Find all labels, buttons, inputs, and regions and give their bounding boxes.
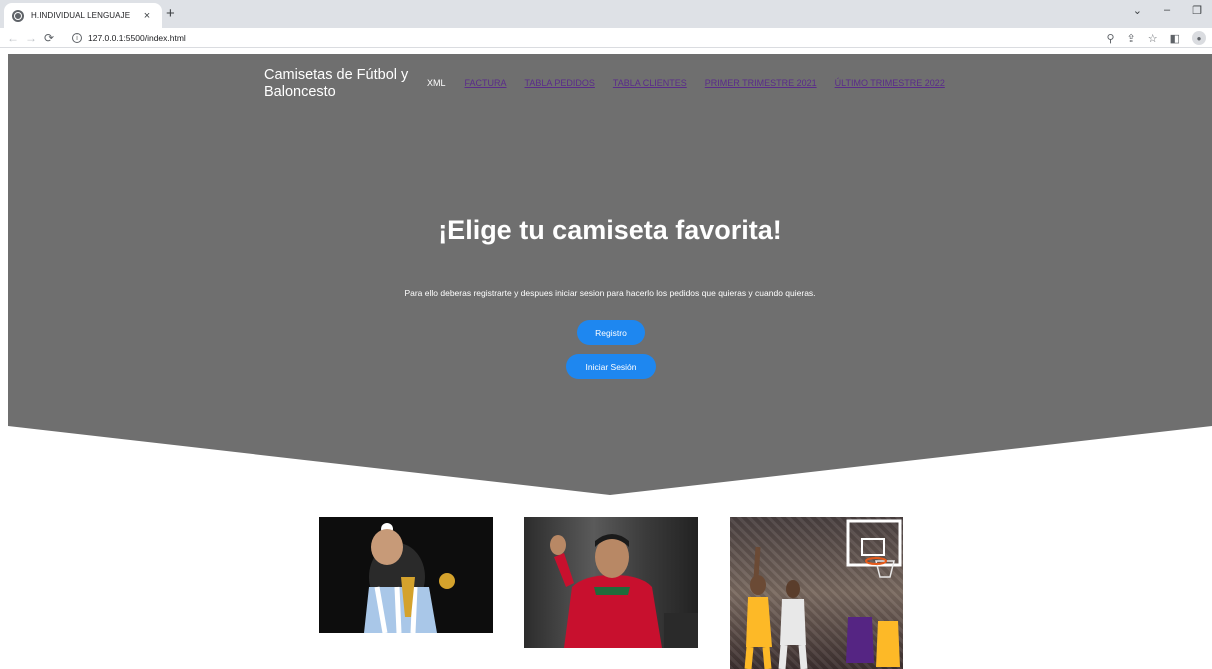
globe-icon <box>12 9 24 22</box>
nav-link-ultimo-trimestre[interactable]: ÚLTIMO TRIMESTRE 2022 <box>835 78 945 88</box>
browser-toolbar: ← → ⟳ i 127.0.0.1:5500/index.html ⚲ ⇪ ☆ … <box>0 28 1212 48</box>
restore-button[interactable]: ❐ <box>1192 4 1202 17</box>
tab-title: H.INDIVIDUAL LENGUAJE <box>31 11 131 20</box>
zoom-icon[interactable]: ⚲ <box>1106 32 1114 45</box>
nav-link-tabla-pedidos[interactable]: TABLA PEDIDOS <box>525 78 595 88</box>
nav-link-xml[interactable]: XML <box>427 78 446 88</box>
browser-tabbar: H.INDIVIDUAL LENGUAJE × + ⌄ – ❐ <box>0 0 1212 28</box>
info-icon[interactable]: i <box>72 33 82 43</box>
star-icon[interactable]: ☆ <box>1148 32 1158 45</box>
hero-section <box>8 54 1212 495</box>
reload-icon[interactable]: ⟳ <box>40 31 58 45</box>
nav-link-factura[interactable]: FACTURA <box>465 78 507 88</box>
forward-arrow-icon[interactable]: → <box>22 31 40 45</box>
hero-title: ¡Elige tu camiseta favorita! <box>438 215 782 245</box>
new-tab-button[interactable]: + <box>166 5 175 22</box>
nav-link-primer-trimestre[interactable]: PRIMER TRIMESTRE 2021 <box>705 78 817 88</box>
window-controls: ⌄ – ❐ <box>1133 4 1202 17</box>
main-nav: XML FACTURA TABLA PEDIDOS TABLA CLIENTES… <box>427 78 963 88</box>
web-page: Camisetas de Fútbol y Baloncesto XML FAC… <box>0 49 1212 669</box>
football-player-photo-2 <box>524 517 698 648</box>
browser-tab[interactable]: H.INDIVIDUAL LENGUAJE × <box>4 3 162 28</box>
register-button[interactable]: Registro <box>577 320 645 345</box>
toolbar-actions: ⚲ ⇪ ☆ ◧ ● <box>1106 31 1206 45</box>
login-button[interactable]: Iniciar Sesión <box>566 354 656 379</box>
hero-subtitle: Para ello deberas registrarte y despues … <box>404 288 816 298</box>
basketball-player-photo <box>730 517 903 669</box>
back-arrow-icon[interactable]: ← <box>4 31 22 45</box>
profile-avatar[interactable]: ● <box>1192 31 1206 45</box>
chevron-down-icon[interactable]: ⌄ <box>1133 4 1142 17</box>
side-panel-icon[interactable]: ◧ <box>1170 32 1180 45</box>
url-text[interactable]: 127.0.0.1:5500/index.html <box>88 33 186 43</box>
site-brand[interactable]: Camisetas de Fútbol y Baloncesto <box>264 67 424 101</box>
share-icon[interactable]: ⇪ <box>1127 32 1136 45</box>
nav-link-tabla-clientes[interactable]: TABLA CLIENTES <box>613 78 687 88</box>
minimize-button[interactable]: – <box>1164 4 1170 17</box>
football-player-photo-1 <box>319 517 493 633</box>
address-bar[interactable]: i 127.0.0.1:5500/index.html <box>72 30 186 46</box>
close-icon[interactable]: × <box>140 10 154 22</box>
